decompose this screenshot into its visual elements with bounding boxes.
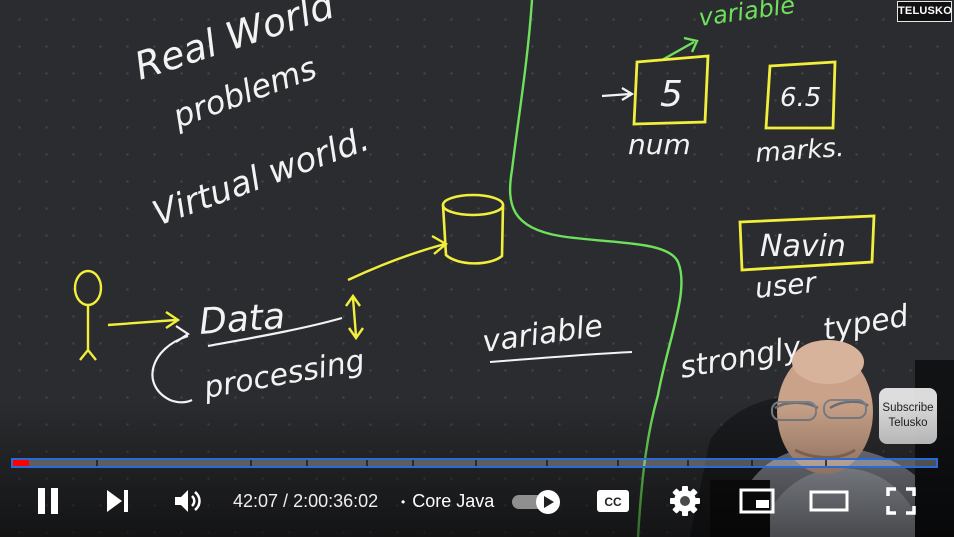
arrow-to-num [601,87,635,101]
note-num: num [628,128,691,161]
chapter-marker [825,460,827,466]
chapter-marker [250,460,252,466]
note-virtual-world: Virtual world. [147,119,374,234]
chapter-title-button[interactable]: • Core Java [401,489,494,514]
subscribe-card[interactable]: Subscribe Telusko [879,388,937,444]
fullscreen-button[interactable] [883,484,919,518]
double-arrow [345,293,364,341]
pause-icon [38,488,58,514]
note-user: user [753,266,819,305]
miniplayer-icon [739,488,775,514]
total-duration: 2:00:36:02 [293,491,379,511]
note-variable-center: variable [480,308,605,360]
next-button[interactable] [100,484,136,518]
progress-bar[interactable] [11,458,938,468]
theater-mode-icon [809,490,849,512]
volume-icon [175,490,201,512]
database-icon [441,193,505,265]
time-display: 42:07 / 2:00:36:02 [233,489,378,513]
current-time: 42:07 [233,491,279,511]
captions-label: CC [604,495,622,509]
note-navin: Navin [760,229,846,264]
note-marks-value: 6.5 [780,83,821,113]
chapter-marker [546,460,548,466]
stick-figure-icon [73,269,103,361]
pause-button[interactable] [30,484,66,518]
fullscreen-icon [886,487,916,515]
chapter-marker [617,460,619,466]
video-player[interactable]: variable Real World problems Virtual wor… [0,0,954,537]
chapter-marker [366,460,368,466]
chapter-marker [96,460,98,466]
channel-watermark[interactable]: TELUSKO [897,1,952,22]
green-divider-line [508,0,683,537]
chapter-marker [751,460,753,466]
chapter-marker [412,460,414,466]
captions-icon: CC [597,490,629,512]
note-marks: marks. [754,133,845,169]
progress-played [13,460,30,466]
note-data: Data [198,296,287,343]
chapter-marker [475,460,477,466]
skip-next-icon [107,490,128,512]
chapter-title: Core Java [412,491,495,511]
chapter-marker [306,460,308,466]
note-processing: processing [200,343,367,406]
arrow-to-database [347,234,449,282]
subscribe-line2: Telusko [888,417,928,429]
theater-mode-button[interactable] [808,484,850,518]
loop-arrow [151,325,193,404]
settings-button[interactable] [667,484,703,518]
autoplay-icon [512,490,560,514]
chapter-marker [687,460,689,466]
note-variable-top: variable [697,0,797,32]
volume-button[interactable] [170,484,206,518]
gear-icon [670,486,700,516]
autoplay-toggle[interactable] [511,489,563,515]
subscribe-line1: Subscribe [882,402,934,414]
note-num-value: 5 [660,74,683,115]
arrow-person-to-data [107,311,181,329]
captions-button[interactable]: CC [594,484,632,518]
time-separator: / [278,491,294,511]
miniplayer-button[interactable] [737,484,777,518]
chapter-bullet: • [401,495,406,510]
